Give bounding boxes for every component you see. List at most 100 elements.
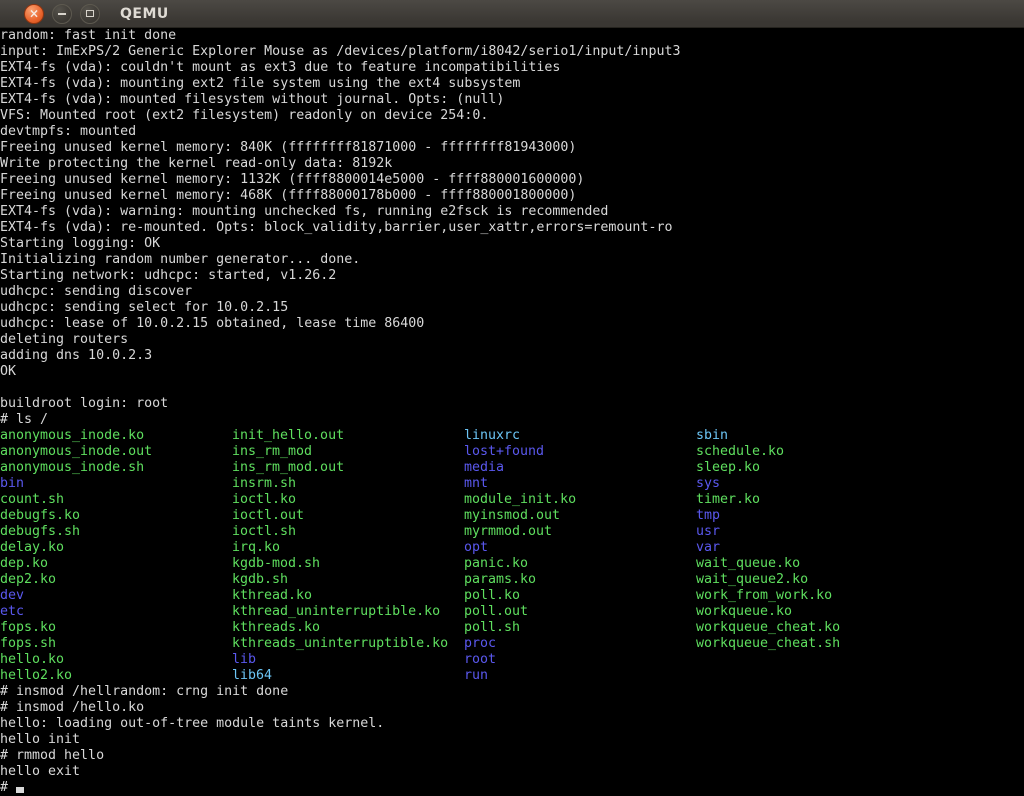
file-entry: init_hello.out [232,428,464,444]
terminal-line: etckthread_uninterruptible.kopoll.outwor… [0,604,1024,620]
file-entry: fops.sh [0,636,232,652]
file-entry: wait_queue.ko [696,556,928,572]
terminal-line: EXT4-fs (vda): warning: mounting uncheck… [0,204,1024,220]
file-entry: hello.ko [0,652,232,668]
terminal-line: random: fast init done [0,28,1024,44]
file-entry: sys [696,476,928,492]
file-entry: work_from_work.ko [696,588,928,604]
file-entry: schedule.ko [696,444,928,460]
file-entry: tmp [696,508,928,524]
file-entry: usr [696,524,928,540]
terminal-line: buildroot login: root [0,396,1024,412]
terminal-cursor [16,787,24,793]
terminal-line: devkthread.kopoll.kowork_from_work.ko [0,588,1024,604]
terminal-line: udhcpc: lease of 10.0.2.15 obtained, lea… [0,316,1024,332]
file-entry: kthread_uninterruptible.ko [232,604,464,620]
file-entry: workqueue_cheat.ko [696,620,928,636]
terminal-line: EXT4-fs (vda): couldn't mount as ext3 du… [0,60,1024,76]
file-entry: lost+found [464,444,696,460]
terminal-line: # insmod /hellrandom: crng init done [0,684,1024,700]
terminal-line: anonymous_inode.shins_rm_mod.outmediasle… [0,460,1024,476]
terminal-line: devtmpfs: mounted [0,124,1024,140]
file-entry: params.ko [464,572,696,588]
terminal-line: adding dns 10.0.2.3 [0,348,1024,364]
terminal-line: debugfs.shioctl.shmyrmmod.outusr [0,524,1024,540]
file-entry: media [464,460,696,476]
terminal-line: Starting network: udhcpc: started, v1.26… [0,268,1024,284]
terminal-line: Freeing unused kernel memory: 840K (ffff… [0,140,1024,156]
file-entry: anonymous_inode.sh [0,460,232,476]
terminal-line: anonymous_inode.koinit_hello.outlinuxrcs… [0,428,1024,444]
file-entry: panic.ko [464,556,696,572]
file-entry: myinsmod.out [464,508,696,524]
file-entry: poll.ko [464,588,696,604]
file-entry: anonymous_inode.ko [0,428,232,444]
file-entry: dep.ko [0,556,232,572]
file-entry: ins_rm_mod.out [232,460,464,476]
terminal-line: hello2.kolib64run [0,668,1024,684]
maximize-icon [86,10,94,17]
file-entry: debugfs.sh [0,524,232,540]
terminal-line: udhcpc: sending select for 10.0.2.15 [0,300,1024,316]
window-maximize-button[interactable] [80,4,100,24]
terminal-line: dep2.kokgdb.shparams.kowait_queue2.ko [0,572,1024,588]
file-entry: dep2.ko [0,572,232,588]
file-entry: kthreads.ko [232,620,464,636]
terminal-line: anonymous_inode.outins_rm_modlost+founds… [0,444,1024,460]
terminal-line: delay.koirq.kooptvar [0,540,1024,556]
minimize-icon [58,13,66,15]
terminal-line: EXT4-fs (vda): re-mounted. Opts: block_v… [0,220,1024,236]
terminal-line: deleting routers [0,332,1024,348]
terminal-line: udhcpc: sending discover [0,284,1024,300]
file-entry: insrm.sh [232,476,464,492]
file-entry: var [696,540,928,556]
file-entry: lib64 [232,668,464,684]
file-entry: opt [464,540,696,556]
terminal-line: # rmmod hello [0,748,1024,764]
terminal-line: # insmod /hello.ko [0,700,1024,716]
file-entry: irq.ko [232,540,464,556]
file-entry: hello2.ko [0,668,232,684]
window-minimize-button[interactable] [52,4,72,24]
file-entry: sleep.ko [696,460,928,476]
file-entry: sbin [696,428,928,444]
file-entry: poll.sh [464,620,696,636]
terminal-line: Write protecting the kernel read-only da… [0,156,1024,172]
terminal-line: hello: loading out-of-tree module taints… [0,716,1024,732]
terminal-line: # ls / [0,412,1024,428]
file-entry: poll.out [464,604,696,620]
file-entry: ioctl.ko [232,492,464,508]
terminal-line: Initializing random number generator... … [0,252,1024,268]
file-entry: ioctl.sh [232,524,464,540]
terminal-line: bininsrm.shmntsys [0,476,1024,492]
file-entry: workqueue.ko [696,604,928,620]
file-entry: lib [232,652,464,668]
file-entry: debugfs.ko [0,508,232,524]
file-entry: etc [0,604,232,620]
file-entry: kthread.ko [232,588,464,604]
terminal-line: # [0,780,1024,796]
file-entry: myrmmod.out [464,524,696,540]
terminal-line [0,380,1024,396]
window-title: QEMU [120,6,169,22]
file-entry: mnt [464,476,696,492]
file-entry: ioctl.out [232,508,464,524]
window-titlebar[interactable]: × QEMU [0,0,1024,28]
terminal-screen[interactable]: random: fast init doneinput: ImExPS/2 Ge… [0,28,1024,796]
terminal-line: dep.kokgdb-mod.shpanic.kowait_queue.ko [0,556,1024,572]
window-close-button[interactable]: × [24,4,44,24]
file-entry: wait_queue2.ko [696,572,928,588]
file-entry: kgdb-mod.sh [232,556,464,572]
terminal-line: debugfs.koioctl.outmyinsmod.outtmp [0,508,1024,524]
file-entry: kthreads_uninterruptible.ko [232,636,464,652]
file-entry: module_init.ko [464,492,696,508]
terminal-line: VFS: Mounted root (ext2 filesystem) read… [0,108,1024,124]
terminal-line: fops.shkthreads_uninterruptible.koprocwo… [0,636,1024,652]
file-entry: root [464,652,696,668]
qemu-window: × QEMU random: fast init doneinput: ImEx… [0,0,1024,796]
file-entry: ins_rm_mod [232,444,464,460]
file-entry: dev [0,588,232,604]
file-entry: workqueue_cheat.sh [696,636,928,652]
file-entry: anonymous_inode.out [0,444,232,460]
terminal-line: input: ImExPS/2 Generic Explorer Mouse a… [0,44,1024,60]
